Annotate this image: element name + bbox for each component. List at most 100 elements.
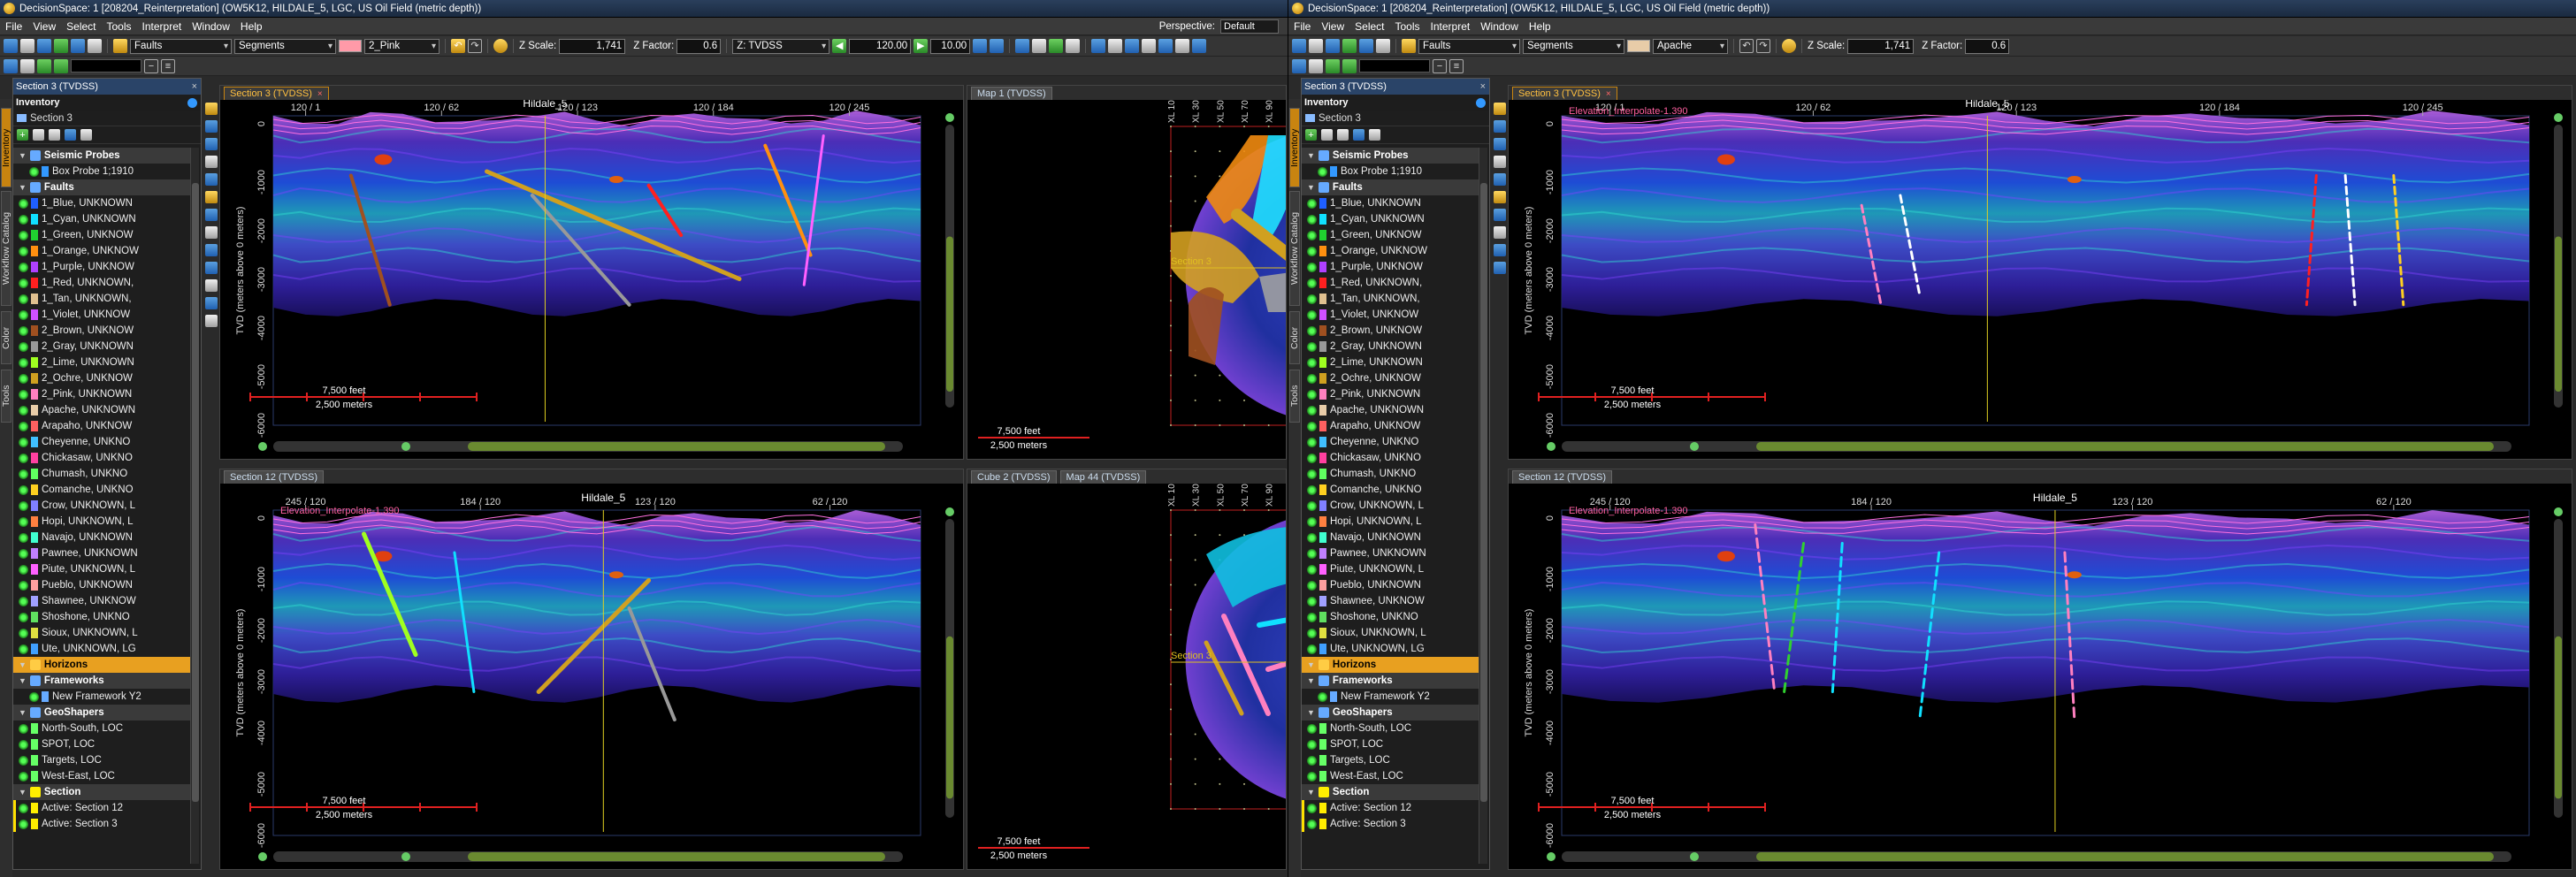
visibility-eye-icon[interactable] xyxy=(19,612,28,622)
visibility-eye-icon[interactable] xyxy=(19,469,28,479)
tab-inventory[interactable]: Inventory xyxy=(1289,108,1300,187)
tab-map44[interactable]: Map 44 (TVDSS) xyxy=(1059,470,1147,484)
color-chip[interactable] xyxy=(1319,580,1326,591)
visibility-eye-icon[interactable] xyxy=(1307,341,1317,352)
horizon-tool-icon[interactable] xyxy=(1494,209,1506,221)
visibility-eye-icon[interactable] xyxy=(19,262,28,272)
color-chip[interactable] xyxy=(1319,755,1326,766)
menu-select[interactable]: Select xyxy=(1355,20,1384,33)
measure-tool-icon[interactable] xyxy=(205,279,218,292)
tab-section3[interactable]: Section 3 (TVDSS) × xyxy=(1512,87,1617,100)
visibility-eye-icon[interactable] xyxy=(1307,596,1317,606)
visibility-eye-icon[interactable] xyxy=(19,214,28,225)
visibility-eye-icon[interactable] xyxy=(19,198,28,209)
map1-pane[interactable]: Map 1 (TVDSS) XL 10XL 30XL 50XL 70XL 90X… xyxy=(967,85,1287,460)
window-new-icon[interactable] xyxy=(1142,39,1157,53)
color-chip[interactable] xyxy=(31,739,38,750)
tab-section3[interactable]: Section 3 (TVDSS) × xyxy=(224,87,329,100)
pan-tool-icon[interactable] xyxy=(205,138,218,150)
visibility-eye-icon[interactable] xyxy=(1307,453,1317,463)
color-chip[interactable] xyxy=(42,166,49,177)
perspective-dropdown[interactable]: Default xyxy=(1220,19,1279,34)
color-chip[interactable] xyxy=(1319,309,1326,320)
tree-item[interactable]: Chumash, UNKNO xyxy=(13,466,190,482)
visibility-eye-icon[interactable] xyxy=(1307,580,1317,591)
visibility-eye-icon[interactable] xyxy=(1307,469,1317,479)
print-icon[interactable] xyxy=(37,39,51,53)
section12-pane-right[interactable]: Section 12 (TVDSS) Hildale_5 245 / 120 184… xyxy=(1508,469,2572,870)
tree-item[interactable]: 1_Blue, UNKNOWN xyxy=(1302,195,1479,211)
visibility-eye-icon[interactable] xyxy=(1307,357,1317,368)
visibility-eye-icon[interactable] xyxy=(1307,723,1317,734)
tree-item[interactable]: Apache, UNKNOWN xyxy=(1302,402,1479,418)
grid-icon[interactable] xyxy=(1376,39,1390,53)
color-chip[interactable] xyxy=(1319,500,1326,511)
menu-select[interactable]: Select xyxy=(66,20,96,33)
measure-icon[interactable] xyxy=(990,39,1005,53)
visibility-eye-icon[interactable] xyxy=(19,516,28,527)
color-chip[interactable] xyxy=(1319,246,1326,256)
menu-window[interactable]: Window xyxy=(192,20,230,33)
tree-item[interactable]: 2_Lime, UNKNOWN xyxy=(13,355,190,370)
pan-tool-icon[interactable] xyxy=(1494,138,1506,150)
pick-icon[interactable] xyxy=(54,58,68,73)
tree-category[interactable]: ▼ GeoShapers xyxy=(1302,705,1479,721)
tree-item[interactable]: 1_Red, UNKNOWN, xyxy=(1302,275,1479,291)
section3-pane[interactable]: Section 3 (TVDSS) × Hildale_5 120 / 1 120 /… xyxy=(219,85,964,460)
color-chip[interactable] xyxy=(1319,484,1326,495)
visibility-eye-icon[interactable] xyxy=(1307,644,1317,654)
window-max-icon[interactable] xyxy=(1192,39,1207,53)
color-chip[interactable] xyxy=(31,564,38,575)
tree-item[interactable]: Sioux, UNKNOWN, L xyxy=(1302,625,1479,641)
pick-mode-dropdown[interactable]: Segments xyxy=(1523,38,1624,54)
tab-color[interactable]: Color xyxy=(1289,311,1300,364)
color-chip[interactable] xyxy=(31,548,38,559)
visibility-eye-icon[interactable] xyxy=(1318,691,1327,702)
color-chip[interactable] xyxy=(1319,214,1326,225)
visibility-eye-icon[interactable] xyxy=(29,691,39,702)
tab-inventory[interactable]: Inventory xyxy=(1,108,11,187)
color-chip[interactable] xyxy=(1319,516,1326,527)
zfactor-input[interactable]: 0.6 xyxy=(676,38,722,54)
color-chip[interactable] xyxy=(1319,341,1326,352)
export-icon[interactable] xyxy=(1353,129,1364,141)
layers-icon[interactable] xyxy=(4,58,18,73)
color-chip[interactable] xyxy=(31,198,38,209)
visibility-eye-icon[interactable] xyxy=(1307,803,1317,813)
tree-category[interactable]: ▼ GeoShapers xyxy=(13,705,190,721)
menu-file[interactable]: File xyxy=(5,20,22,33)
visibility-eye-icon[interactable] xyxy=(19,246,28,256)
bookmark-icon[interactable] xyxy=(1015,39,1030,53)
help-icon[interactable] xyxy=(1476,97,1486,108)
color-chip[interactable] xyxy=(31,325,38,336)
tree-category[interactable]: ▼ Seismic Probes xyxy=(13,148,190,164)
visibility-eye-icon[interactable] xyxy=(1307,230,1317,240)
open-icon[interactable] xyxy=(1309,39,1323,53)
color-chip[interactable] xyxy=(1319,819,1326,829)
tree-item[interactable]: 2_Lime, UNKNOWN xyxy=(1302,355,1479,370)
visibility-eye-icon[interactable] xyxy=(19,453,28,463)
rotate-tool-icon[interactable] xyxy=(205,156,218,168)
color-chip[interactable] xyxy=(31,532,38,543)
tab-color[interactable]: Color xyxy=(1,311,11,364)
color-chip[interactable] xyxy=(1330,691,1337,702)
tab-section12[interactable]: Section 12 (TVDSS) xyxy=(1512,470,1613,484)
close-icon[interactable]: × xyxy=(192,81,197,92)
object-type-dropdown[interactable]: Faults xyxy=(130,38,232,54)
tree-item[interactable]: SPOT, LOC xyxy=(1302,736,1479,752)
z-domain-dropdown[interactable]: Z: TVDSS xyxy=(732,38,830,54)
save-icon[interactable] xyxy=(4,39,18,53)
color-chip[interactable] xyxy=(31,516,38,527)
tree-item[interactable]: West-East, LOC xyxy=(1302,768,1479,784)
color-chip[interactable] xyxy=(31,421,38,431)
visibility-eye-icon[interactable] xyxy=(1307,516,1317,527)
tree-item[interactable]: Pueblo, UNKNOWN xyxy=(13,577,190,593)
menu-tools[interactable]: Tools xyxy=(107,20,132,33)
tree-item[interactable]: New Framework Y2 xyxy=(13,689,190,705)
table-icon[interactable] xyxy=(20,58,34,73)
color-chip[interactable] xyxy=(31,246,38,256)
zoom-tool-icon[interactable] xyxy=(1494,120,1506,133)
color-chip[interactable] xyxy=(1319,278,1326,288)
tab-cube2[interactable]: Cube 2 (TVDSS) xyxy=(971,470,1057,484)
tree-item[interactable]: West-East, LOC xyxy=(13,768,190,784)
